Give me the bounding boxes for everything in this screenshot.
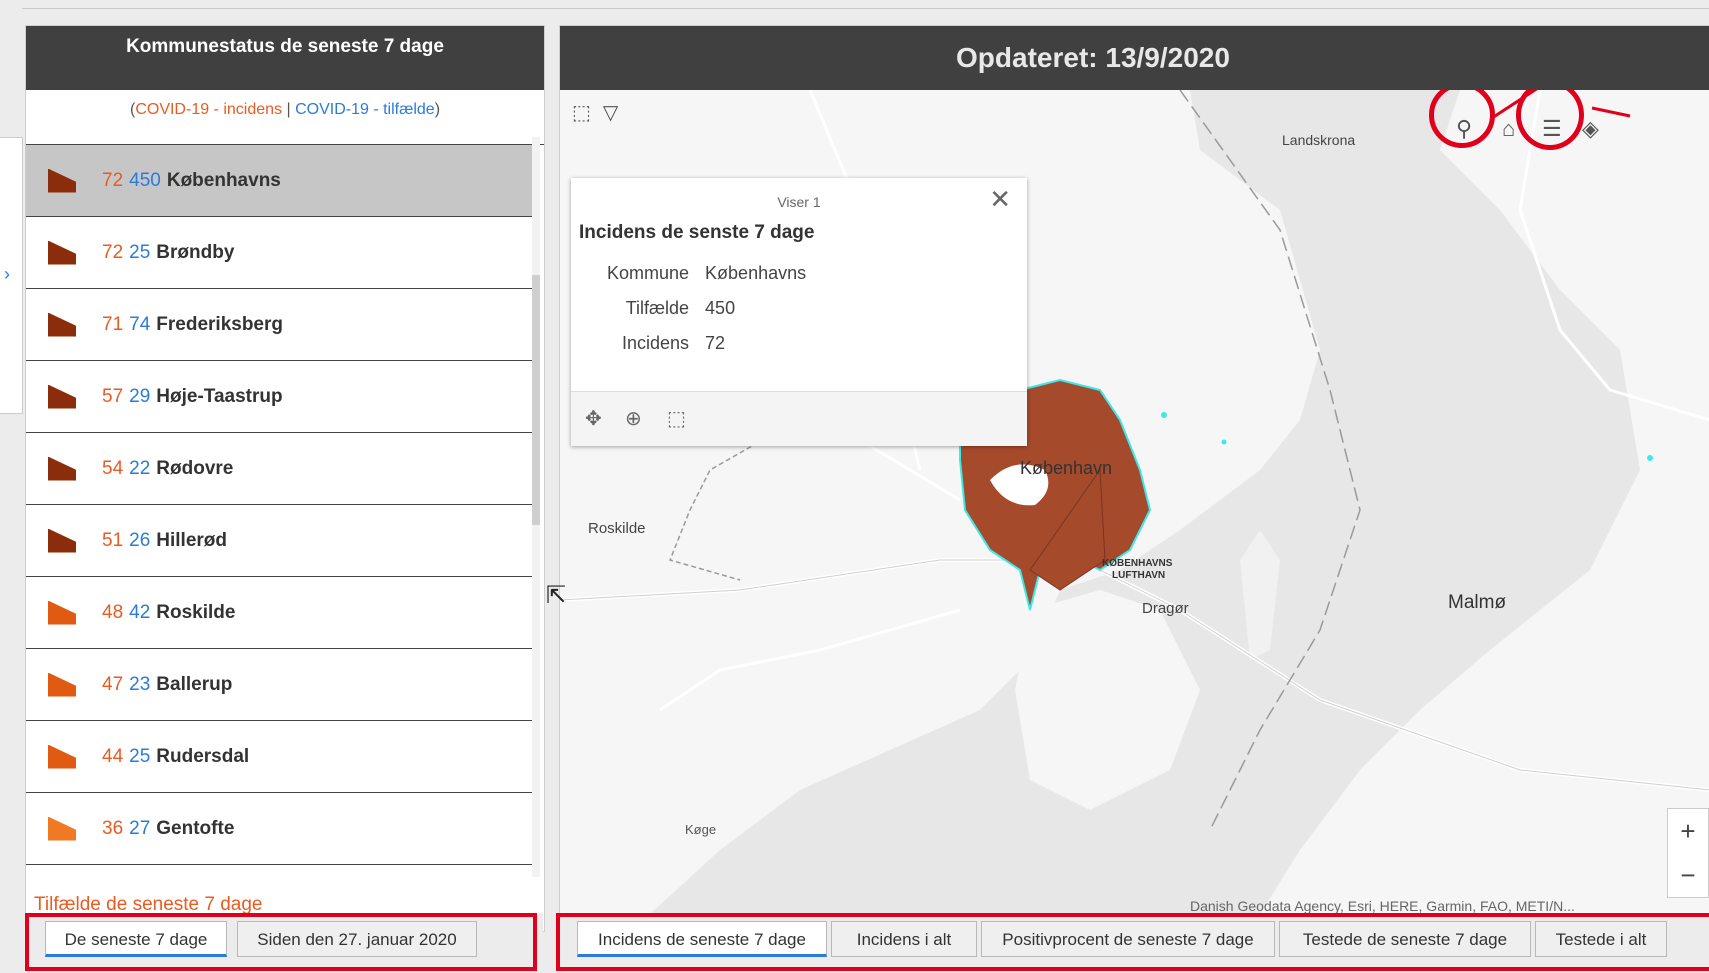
popup-field-row: Incidens 72 — [622, 333, 726, 353]
map-view[interactable]: Landskrona Roskilde København KØBENHAVNS… — [560, 90, 1709, 914]
list-item[interactable]: 72 450 Københavns — [26, 145, 534, 217]
zoom-out-button[interactable]: − — [1668, 853, 1708, 897]
incidence-symbol-icon — [48, 744, 76, 769]
map-update-header: Opdateret: 13/9/2020 — [560, 26, 1709, 90]
legend-separator: | — [286, 101, 291, 118]
list-item[interactable]: 44 25 Rudersdal — [26, 721, 534, 793]
popup-field-row: Tilfælde 450 — [625, 298, 736, 318]
select-area-icon[interactable]: ⬚ — [572, 100, 591, 125]
list-item[interactable]: 51 26 Hillerød — [26, 505, 534, 577]
municipality-list[interactable]: 72 450 Københavns 72 25 Brøndby 71 74 Frederik… — [26, 145, 534, 900]
list-item[interactable]: 36 27 Gentofte — [26, 793, 534, 865]
close-icon[interactable]: ✕ — [989, 184, 1011, 215]
popup-count: Viser 1 — [777, 194, 821, 210]
list-item[interactable]: 57 29 Høje-Taastrup — [26, 361, 534, 433]
map-label-airport-line1: KØBENHAVNS — [1102, 558, 1173, 569]
map-label-kobenhavn: København — [1020, 458, 1113, 478]
incidence-symbol-icon — [48, 672, 76, 697]
map-label-landskrona: Landskrona — [1282, 132, 1356, 148]
list-item[interactable]: 71 74 Frederiksberg — [26, 289, 534, 361]
legend-line: (COVID-19 - incidens | COVID-19 - tilfæl… — [26, 90, 544, 145]
highlight-box-map-tabs — [556, 913, 1709, 971]
zoom-control: + − — [1667, 808, 1709, 898]
list-item[interactable]: 47 23 Ballerup — [26, 649, 534, 721]
incidence-symbol-icon — [48, 816, 76, 841]
list-item[interactable]: 72 25 Brøndby — [26, 217, 534, 289]
zoom-to-icon[interactable]: ⊕ — [625, 406, 642, 431]
popup-title: Incidens de senste 7 dage — [579, 222, 815, 243]
map-panel: Opdateret: 13/9/2020 Landskrona Roskilde… — [559, 25, 1709, 915]
popup-field-row: Kommune Københavns — [607, 263, 807, 283]
feature-popup: Viser 1 ✕ Incidens de senste 7 dage Komm… — [571, 178, 1027, 446]
map-label-malmo: Malmø — [1448, 592, 1507, 613]
panel-title: Kommunestatus de seneste 7 dage — [26, 26, 544, 90]
side-panel-toggle[interactable]: › — [0, 137, 23, 414]
annotation-arrows — [1491, 90, 1631, 120]
map-label-koge: Køge — [685, 822, 717, 837]
top-divider — [22, 8, 1709, 9]
mouse-cursor-icon: ⇱ — [546, 582, 567, 609]
incidence-symbol-icon — [48, 384, 76, 409]
incidence-symbol-icon — [48, 456, 76, 481]
legend-tilfaelde: COVID-19 - tilfælde — [295, 101, 435, 118]
map-attribution: Danish Geodata Agency, Esri, HERE, Garmi… — [1190, 898, 1575, 914]
zoom-in-button[interactable]: + — [1668, 809, 1708, 853]
popup-header: Viser 1 ✕ — [571, 178, 1027, 222]
incidence-symbol-icon — [48, 600, 76, 625]
map-label-airport-line2: LUFTHAVN — [1112, 570, 1166, 581]
chevron-down-icon[interactable]: ▽ — [603, 100, 618, 125]
list-item[interactable]: 48 42 Roskilde — [26, 577, 534, 649]
list-scrollbar-thumb[interactable] — [532, 275, 540, 525]
popup-actions: ✥ ⊕ ⬚ — [571, 391, 1027, 446]
incidence-symbol-icon — [48, 240, 76, 265]
popup-fields: Kommune Københavns Tilfælde 450 Incidens 72 — [599, 256, 814, 361]
municipality-status-panel: Kommunestatus de seneste 7 dage (COVID-1… — [25, 25, 545, 932]
highlight-box-left-tabs — [25, 913, 537, 971]
incidence-symbol-icon — [48, 312, 76, 337]
legend-close-paren: ) — [434, 101, 441, 118]
select-feature-icon[interactable]: ⬚ — [667, 406, 686, 431]
incidence-symbol-icon — [48, 528, 76, 553]
legend-incidens: COVID-19 - incidens — [135, 101, 283, 118]
map-selection-tools: ⬚ ▽ — [572, 100, 618, 125]
chevron-right-icon: › — [4, 264, 10, 284]
incidence-symbol-icon — [48, 168, 76, 193]
pan-icon[interactable]: ✥ — [585, 406, 602, 431]
map-label-roskilde: Roskilde — [588, 520, 646, 537]
map-label-dragor: Dragør — [1142, 600, 1189, 617]
list-item[interactable]: 54 22 Rødovre — [26, 433, 534, 505]
